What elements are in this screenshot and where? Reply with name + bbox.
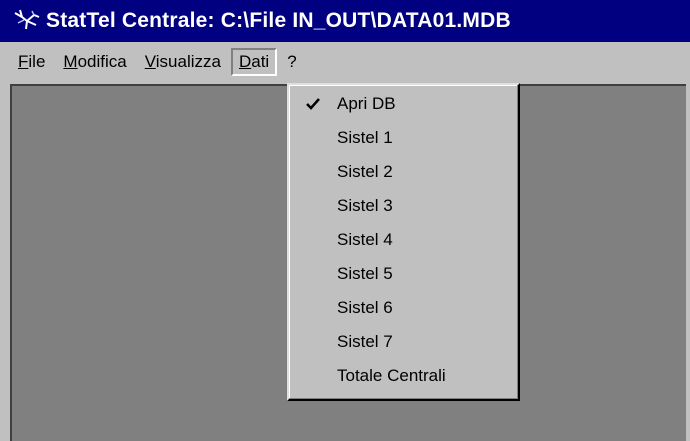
menu-item-label: Sistel 7 — [337, 332, 393, 351]
app-icon — [12, 7, 42, 35]
menu-item-sistel-6[interactable]: Sistel 6 — [289, 291, 518, 325]
menu-item-apri-db[interactable]: Apri DB — [289, 87, 518, 121]
menu-modifica-label: odifica — [77, 52, 127, 71]
title-bar[interactable]: StatTel Centrale: C:\File IN_OUT\DATA01.… — [0, 0, 690, 42]
menu-item-label: Totale Centrali — [337, 366, 446, 385]
menu-dati-label: ati — [251, 52, 270, 71]
menu-file-label: ile — [28, 52, 46, 71]
menu-visualizza-label: isualizza — [155, 52, 221, 71]
menu-item-label: Apri DB — [337, 94, 396, 113]
menu-item-label: Sistel 1 — [337, 128, 393, 147]
dati-dropdown-menu: Apri DB Sistel 1 Sistel 2 Sistel 3 Siste… — [287, 83, 520, 401]
menu-item-sistel-3[interactable]: Sistel 3 — [289, 189, 518, 223]
menu-item-label: Sistel 6 — [337, 298, 393, 317]
menu-visualizza[interactable]: Visualizza — [137, 48, 229, 76]
menu-dati[interactable]: Dati — [230, 48, 278, 76]
menu-item-sistel-5[interactable]: Sistel 5 — [289, 257, 518, 291]
menu-item-totale-centrali[interactable]: Totale Centrali — [289, 359, 518, 393]
window-title: StatTel Centrale: C:\File IN_OUT\DATA01.… — [46, 9, 511, 32]
menu-item-label: Sistel 2 — [337, 162, 393, 181]
menu-item-sistel-1[interactable]: Sistel 1 — [289, 121, 518, 155]
menu-help-label: ? — [287, 52, 297, 71]
menu-bar: File Modifica Visualizza Dati ? — [0, 42, 690, 82]
menu-visualizza-mnemonic: V — [144, 52, 156, 71]
menu-help[interactable]: ? — [279, 48, 304, 76]
menu-dati-mnemonic: D — [238, 52, 252, 71]
menu-item-label: Sistel 4 — [337, 230, 393, 249]
menu-item-sistel-7[interactable]: Sistel 7 — [289, 325, 518, 359]
menu-file[interactable]: File — [10, 48, 53, 76]
menu-modifica-mnemonic: M — [63, 52, 78, 71]
app-window: StatTel Centrale: C:\File IN_OUT\DATA01.… — [0, 0, 690, 441]
checkmark-icon — [303, 87, 323, 121]
menu-item-sistel-4[interactable]: Sistel 4 — [289, 223, 518, 257]
menu-item-sistel-2[interactable]: Sistel 2 — [289, 155, 518, 189]
menu-item-label: Sistel 5 — [337, 264, 393, 283]
menu-item-label: Sistel 3 — [337, 196, 393, 215]
menu-modifica[interactable]: Modifica — [55, 48, 134, 76]
menu-file-mnemonic: F — [18, 52, 29, 71]
